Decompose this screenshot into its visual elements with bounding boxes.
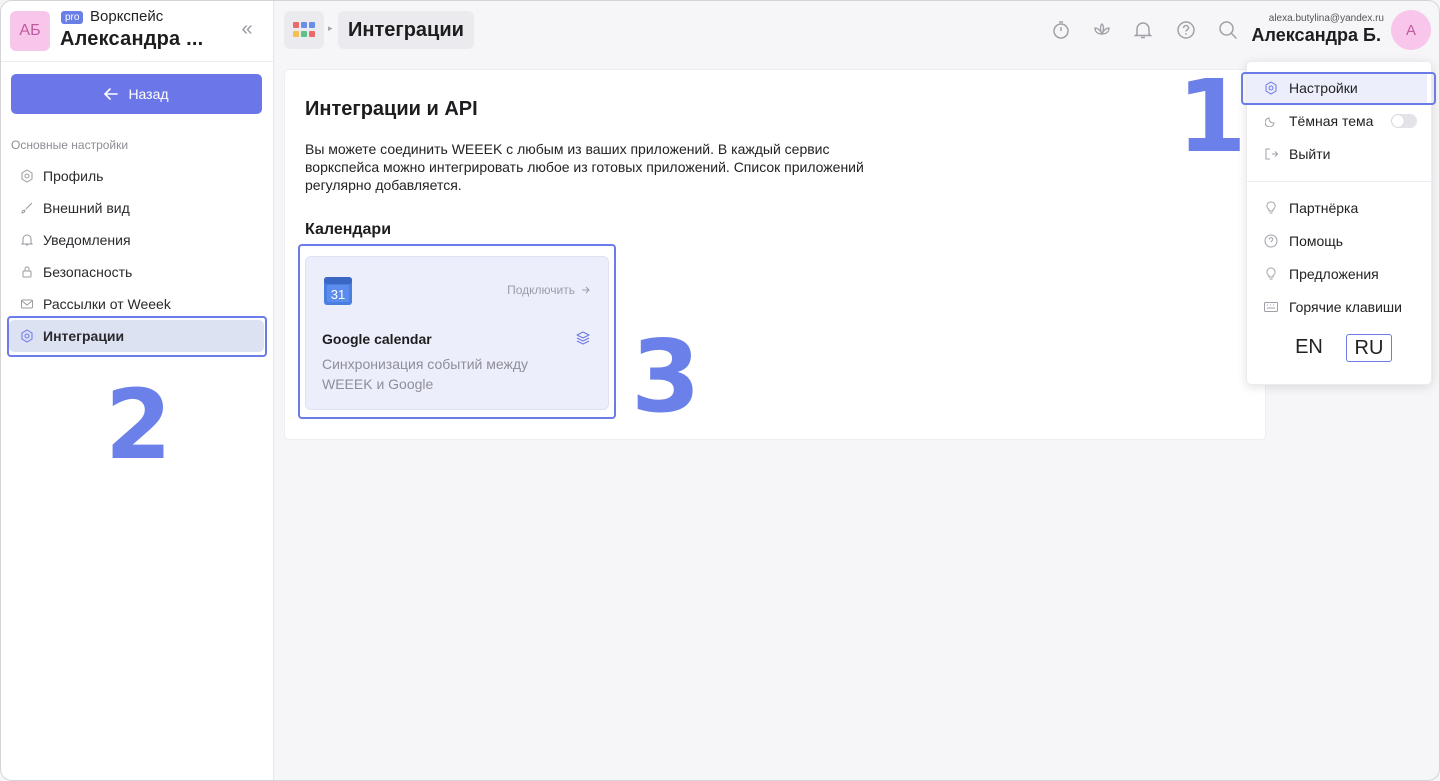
sidebar: АБ pro Воркспейс Александра ... « Назад … [1, 1, 274, 780]
moon-icon [1263, 115, 1279, 127]
workspace-name: Александра ... [60, 28, 204, 50]
section-heading: Календари [305, 221, 392, 238]
annotation-number-3: 3 [631, 318, 701, 435]
keyboard-icon [1263, 302, 1279, 312]
user-email: alexa.butylina@yandex.ru [1268, 13, 1384, 24]
menu-item-hotkeys[interactable]: Горячие клавиши [1247, 292, 1431, 322]
user-menu-dropdown: Настройки Тёмная тема Выйти Партнёрка По… [1246, 61, 1432, 385]
help-icon[interactable] [1175, 19, 1197, 41]
bulb-icon [1263, 201, 1279, 215]
annotation-number-2: 2 [105, 369, 172, 481]
sidebar-item-label: Интеграции [43, 328, 125, 344]
back-button[interactable]: Назад [11, 74, 262, 114]
apps-grid-button[interactable] [284, 11, 324, 49]
menu-item-label: Партнёрка [1289, 200, 1359, 216]
sidebar-item-security[interactable]: Безопасность [9, 256, 264, 288]
brush-icon [19, 201, 35, 215]
logout-icon [1263, 147, 1279, 161]
page-title: Интеграции [338, 11, 474, 49]
integration-card-google-calendar[interactable]: 31 Подключить Google calendar Синхрониза… [305, 256, 609, 410]
arrow-right-icon [582, 286, 590, 294]
menu-item-help[interactable]: Помощь [1247, 226, 1431, 256]
layers-icon [576, 331, 590, 350]
sidebar-item-label: Рассылки от Weeek [43, 296, 171, 312]
menu-item-dark-theme[interactable]: Тёмная тема [1247, 106, 1431, 136]
user-name[interactable]: Александра Б. [1252, 25, 1381, 46]
menu-item-label: Настройки [1289, 80, 1358, 96]
back-label: Назад [128, 86, 169, 102]
main-description: Вы можете соединить WEEEK с любым из ваш… [305, 141, 864, 193]
mail-icon [19, 297, 35, 311]
user-avatar[interactable]: А [1391, 10, 1431, 50]
help-icon [1263, 234, 1279, 248]
app-window: АБ pro Воркспейс Александра ... « Назад … [0, 0, 1440, 781]
sidebar-item-profile[interactable]: Профиль [9, 160, 264, 192]
search-icon[interactable] [1217, 19, 1239, 41]
annotation-number-1: 1 [1177, 58, 1247, 175]
workspace-avatar: АБ [10, 11, 50, 51]
language-en[interactable]: EN [1291, 334, 1327, 360]
sidebar-item-newsletters[interactable]: Рассылки от Weeek [9, 288, 264, 320]
connect-label: Подключить [507, 283, 575, 297]
sidebar-item-notifications[interactable]: Уведомления [9, 224, 264, 256]
bell-icon [19, 233, 35, 247]
menu-item-partner[interactable]: Партнёрка [1247, 193, 1431, 223]
pro-badge: pro [61, 11, 84, 24]
menu-item-label: Горячие клавиши [1289, 299, 1402, 315]
top-bar: ▸ Интеграции alexa.butylina@yandex.ru Ал… [274, 1, 1439, 59]
google-calendar-icon: 31 [324, 277, 352, 305]
main-title: Интеграции и API [305, 98, 478, 120]
workspace-header[interactable]: АБ pro Воркспейс Александра ... « [1, 1, 273, 62]
arrow-left-icon [104, 88, 119, 100]
breadcrumb-arrow-icon: ▸ [328, 23, 333, 33]
menu-divider [1247, 181, 1431, 182]
menu-item-label: Выйти [1289, 146, 1331, 162]
bell-icon[interactable] [1132, 19, 1154, 41]
integration-name: Google calendar [322, 331, 432, 347]
menu-item-suggestions[interactable]: Предложения [1247, 259, 1431, 289]
hexagon-icon [1263, 81, 1279, 95]
dark-theme-toggle[interactable] [1391, 114, 1417, 128]
integration-description: Синхронизация событий между WEEEK и Goog… [322, 356, 529, 392]
sidebar-item-appearance[interactable]: Внешний вид [9, 192, 264, 224]
sidebar-item-label: Внешний вид [43, 200, 130, 216]
menu-item-label: Тёмная тема [1289, 113, 1374, 129]
calendar-icon-day: 31 [331, 287, 345, 302]
sidebar-item-label: Безопасность [43, 264, 133, 280]
timer-icon[interactable] [1050, 19, 1072, 41]
language-ru[interactable]: RU [1346, 334, 1392, 362]
sidebar-item-label: Уведомления [43, 232, 131, 248]
workspace-label: Воркспейс [90, 8, 164, 25]
lotus-icon[interactable] [1091, 19, 1113, 41]
sidebar-item-integrations[interactable]: Интеграции [9, 320, 264, 352]
bulb-icon [1263, 267, 1279, 281]
collapse-sidebar-icon[interactable]: « [235, 17, 259, 41]
lock-icon [19, 265, 35, 279]
section-title: Основные настройки [11, 138, 129, 152]
hexagon-icon [19, 169, 35, 183]
menu-item-label: Помощь [1289, 233, 1344, 249]
menu-item-logout[interactable]: Выйти [1247, 139, 1431, 169]
menu-item-label: Предложения [1289, 266, 1379, 282]
connect-button[interactable]: Подключить [507, 283, 590, 297]
sidebar-item-label: Профиль [43, 168, 104, 184]
integrations-card: Интеграции и API Вы можете соединить WEE… [285, 70, 1265, 439]
menu-item-settings[interactable]: Настройки [1247, 73, 1427, 103]
hexagon-icon [19, 329, 35, 343]
apps-grid-icon [293, 22, 315, 37]
